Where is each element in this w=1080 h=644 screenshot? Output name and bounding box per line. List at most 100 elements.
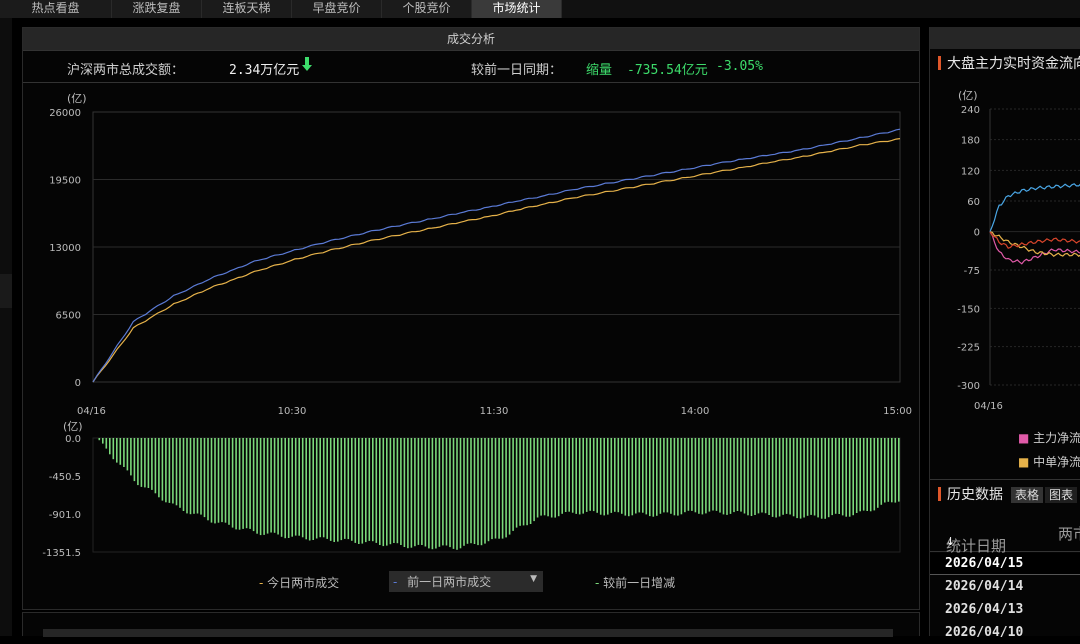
diff-bar	[403, 438, 406, 547]
flow-y-tick-label: 0	[974, 228, 980, 239]
diff-bar	[438, 438, 441, 547]
y-tick-label: 13000	[49, 243, 81, 254]
diff-bar	[294, 438, 297, 536]
diff-bar	[789, 438, 791, 515]
table-row[interactable]: 2026/04/15	[930, 553, 1080, 575]
gutter-handle[interactable]	[0, 274, 12, 308]
diff-bar	[740, 438, 742, 512]
diff-bar	[859, 438, 861, 512]
diff-bar	[238, 438, 241, 530]
total-value: 2.34万亿元	[229, 63, 300, 78]
right-panel: 大盘主力实时资金流向 (亿) 240 180 120 60 0 -75 -150 -225 -30…	[929, 27, 1080, 640]
diff-bar	[396, 438, 399, 544]
diff-bar	[540, 438, 542, 516]
diff-bar	[582, 438, 584, 514]
tab-ladder[interactable]: 连板天梯	[202, 0, 292, 18]
diff-bar	[344, 438, 346, 539]
diff-bar	[421, 438, 423, 545]
diff-bar	[852, 438, 854, 516]
diff-bar	[607, 438, 609, 515]
diff-bar	[193, 438, 195, 514]
chart-view-button[interactable]: 图表	[1045, 487, 1078, 503]
diff-bar	[277, 438, 279, 535]
diff-bar	[200, 438, 202, 515]
diff-bar	[161, 438, 164, 501]
diff-bar	[554, 438, 556, 518]
legend-diff-swatch: -	[595, 576, 600, 590]
diff-bar	[368, 438, 371, 541]
fund-flow-title: 大盘主力实时资金流向	[930, 51, 1080, 77]
diff-bar	[280, 438, 283, 537]
diff-bar	[592, 438, 595, 512]
diff-bar	[333, 438, 335, 542]
bar-y-tick-label: -450.5	[49, 472, 81, 483]
diff-bar	[126, 438, 129, 471]
diff-bar	[529, 438, 532, 524]
flow-y-tick-label: -75	[964, 266, 980, 277]
volume-charts: (亿) 26000 19500 13000 6500 0 04/16 10:30 11:30 14…	[42, 92, 912, 559]
diff-bar	[564, 438, 567, 512]
y-tick-label: 0	[75, 378, 81, 389]
diff-bar	[810, 438, 812, 515]
diff-bar	[221, 438, 223, 523]
diff-bar	[691, 438, 693, 511]
diff-bar	[210, 438, 213, 523]
history-title: 历史数据	[947, 487, 1003, 503]
legend-diff-label: 较前一日增减	[603, 576, 676, 590]
legend-diff[interactable]: - 较前一日增减	[595, 574, 675, 591]
flow-y-tick-label: -225	[957, 343, 980, 354]
diff-bar	[862, 438, 865, 511]
diff-bar	[407, 438, 409, 549]
table-row[interactable]: 2026/04/13	[930, 599, 1080, 621]
tab-hot[interactable]: 热点看盘	[0, 0, 112, 18]
diff-bar	[585, 438, 588, 512]
diff-bar	[305, 438, 307, 540]
diff-bar	[515, 438, 518, 528]
diff-bar	[884, 438, 886, 503]
diff-bar	[722, 438, 725, 515]
diff-bar	[315, 438, 318, 539]
diff-bar	[393, 438, 395, 543]
diff-bar	[866, 438, 868, 511]
diff-bar	[358, 438, 360, 544]
diff-bar	[442, 438, 444, 546]
diff-bar	[175, 438, 178, 506]
diff-bar	[214, 438, 216, 524]
tab-early-auction[interactable]: 早盘竞价	[292, 0, 382, 18]
legend-prev[interactable]: - 前一日两市成交 ▼	[389, 571, 543, 592]
right-topbar	[930, 27, 1080, 49]
diff-bar	[337, 438, 339, 542]
diff-bar	[610, 438, 613, 513]
diff-bar	[589, 438, 591, 511]
diff-bar	[614, 438, 616, 512]
legend-today[interactable]: - 今日两市成交	[259, 574, 339, 591]
diff-bar	[571, 438, 574, 513]
table-row[interactable]: 2026/04/10	[930, 622, 1080, 644]
diff-bar	[379, 438, 381, 545]
table-view-button[interactable]: 表格	[1011, 487, 1044, 503]
diff-bar	[578, 438, 581, 515]
diff-bar	[536, 438, 539, 518]
diff-bar	[778, 438, 781, 517]
diff-bar	[557, 438, 560, 517]
diff-bar	[259, 438, 262, 536]
tab-market-stats[interactable]: 市场统计	[472, 0, 562, 18]
legend-main-flow-label: 主力净流	[1033, 431, 1080, 445]
diff-bar	[775, 438, 777, 518]
y-tick-label: 26000	[49, 108, 81, 119]
total-label: 沪深两市总成交额：	[67, 63, 185, 78]
diff-bar	[203, 438, 206, 518]
diff-bar	[256, 438, 258, 534]
col-next[interactable]: 两市	[1058, 523, 1080, 544]
diff-bar	[98, 438, 101, 441]
flow-y-tick-label: 60	[967, 197, 980, 208]
table-row[interactable]: 2026/04/14	[930, 576, 1080, 598]
diff-bar	[638, 438, 641, 513]
legend-main-flow[interactable]: ■ 主力净流	[1018, 429, 1080, 446]
tab-stock-auction[interactable]: 个股竞价	[382, 0, 472, 18]
tab-review[interactable]: 涨跌复盘	[112, 0, 202, 18]
diff-bar	[340, 438, 343, 541]
diff-bar	[179, 438, 181, 508]
legend-mid-flow[interactable]: ■ 中单净流	[1018, 453, 1080, 470]
diff-bar	[768, 438, 770, 515]
